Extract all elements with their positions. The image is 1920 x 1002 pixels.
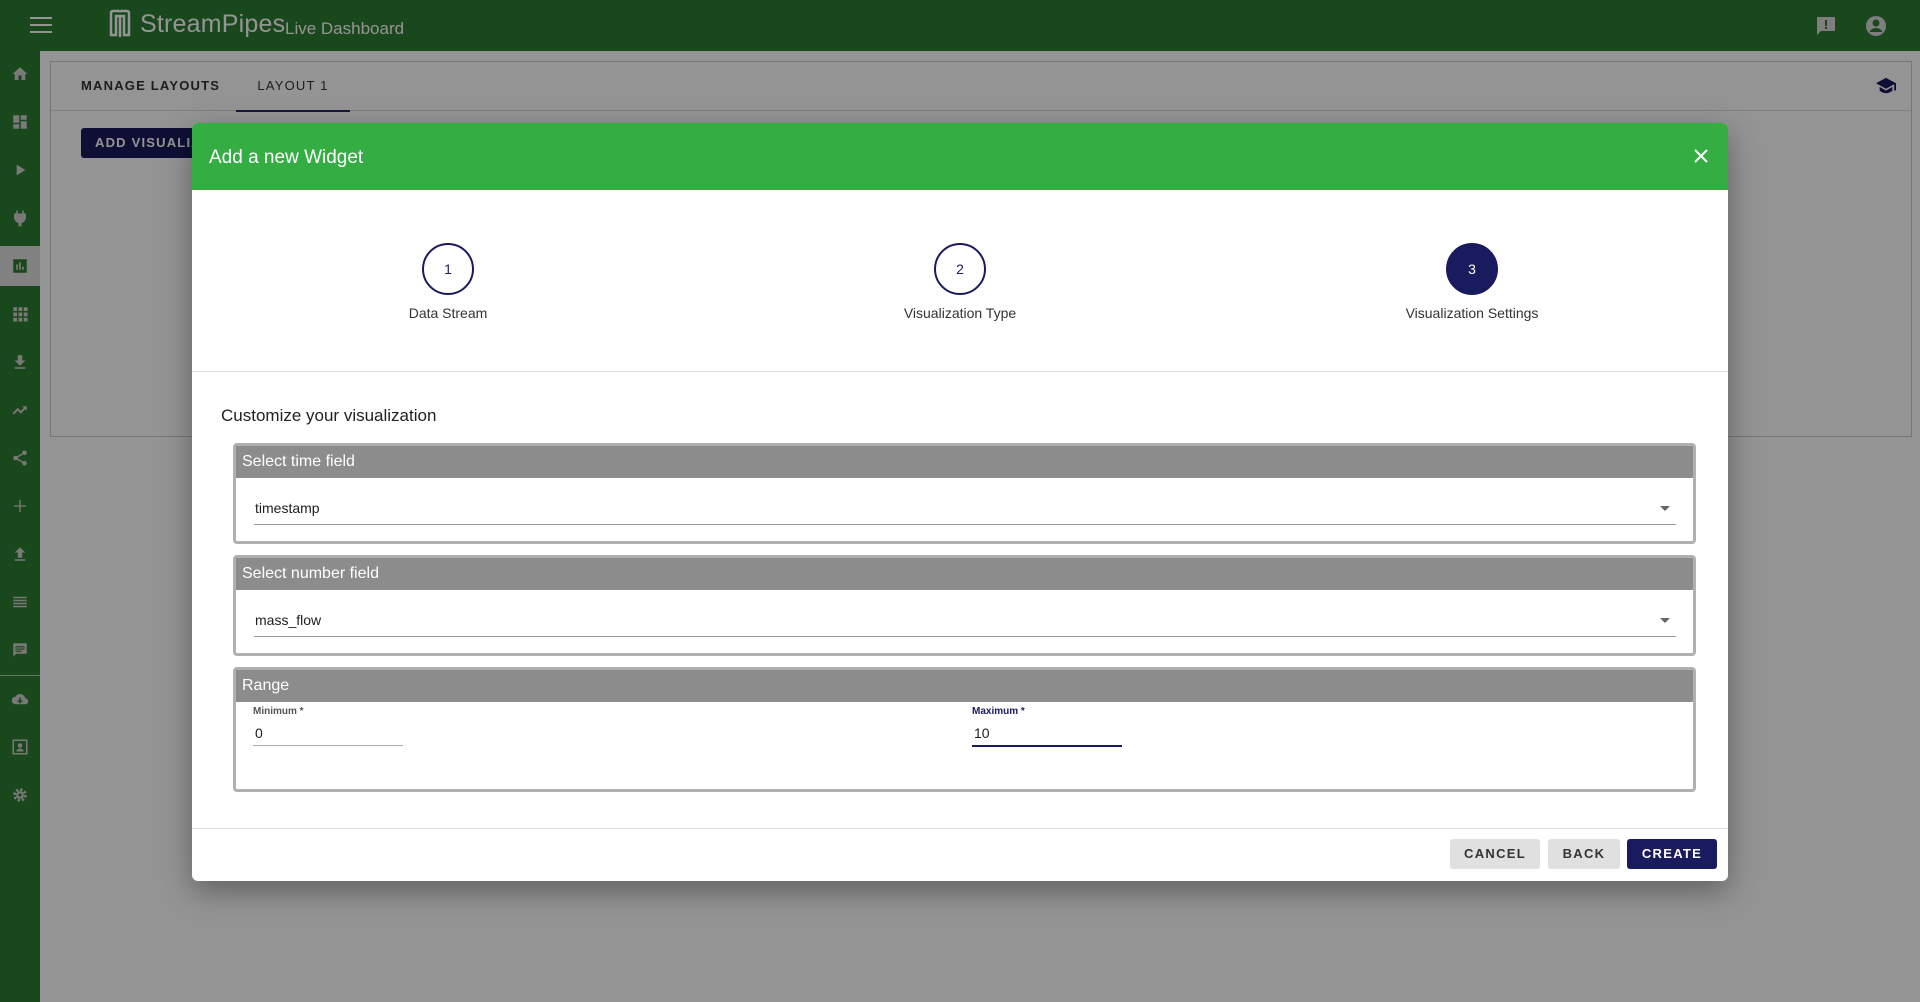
maximum-field: Maximum * 10 [972, 706, 1122, 747]
dialog-footer: CANCEL BACK CREATE [192, 828, 1728, 881]
panel-title: Select time field [236, 446, 1693, 478]
dialog-title: Add a new Widget [209, 147, 364, 168]
minimum-input[interactable]: 0 [253, 725, 403, 746]
range-panel: Range Minimum * 0 Maximum * 10 [233, 667, 1696, 792]
step-number: 3 [1446, 243, 1498, 295]
time-field-panel: Select time field timestamp [233, 443, 1696, 544]
number-field-select[interactable]: mass_flow [254, 612, 1676, 637]
cancel-button[interactable]: CANCEL [1450, 839, 1540, 869]
minimum-field: Minimum * 0 [253, 706, 403, 746]
chevron-down-icon [1660, 618, 1670, 623]
time-field-select[interactable]: timestamp [254, 500, 1676, 525]
step-visualization-type[interactable]: 2 Visualization Type [850, 243, 1070, 321]
maximum-input[interactable]: 10 [972, 725, 1122, 747]
add-widget-dialog: Add a new Widget 1 Data Stream 2 Visuali… [192, 123, 1728, 881]
step-label: Visualization Settings [1405, 305, 1539, 321]
step-number: 1 [422, 243, 474, 295]
panel-title: Select number field [236, 558, 1693, 590]
step-label: Data Stream [408, 305, 488, 321]
maximum-label: Maximum * [972, 706, 1025, 717]
step-visualization-settings[interactable]: 3 Visualization Settings [1362, 243, 1582, 321]
select-value: timestamp [255, 500, 320, 516]
number-field-panel: Select number field mass_flow [233, 555, 1696, 656]
dialog-header: Add a new Widget [192, 123, 1728, 190]
stepper: 1 Data Stream 2 Visualization Type 3 Vis… [192, 190, 1728, 372]
minimum-label: Minimum * [253, 706, 304, 717]
step-data-stream[interactable]: 1 Data Stream [338, 243, 558, 321]
create-button[interactable]: CREATE [1627, 839, 1717, 869]
close-icon[interactable] [1692, 147, 1710, 165]
back-button[interactable]: BACK [1548, 839, 1620, 869]
panel-title: Range [236, 670, 1693, 702]
chevron-down-icon [1660, 506, 1670, 511]
step-label: Visualization Type [903, 305, 1017, 321]
step-number: 2 [934, 243, 986, 295]
customize-heading: Customize your visualization [221, 406, 437, 425]
select-value: mass_flow [255, 612, 322, 628]
